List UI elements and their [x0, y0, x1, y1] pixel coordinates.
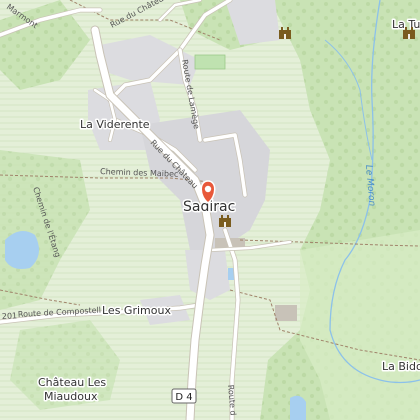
- map-canvas[interactable]: Rue du Châtea Route de Lamège Rue du Châ…: [0, 0, 420, 420]
- svg-text:D 4: D 4: [175, 392, 192, 403]
- map-layer: Rue du Châtea Route de Lamège Rue du Châ…: [0, 0, 420, 420]
- pool: [228, 268, 234, 280]
- place-label-chateau-line2: Miaudoux: [44, 390, 98, 403]
- park-area: [194, 54, 226, 70]
- road-label-route-number: 201: [2, 311, 18, 321]
- building: [275, 305, 297, 321]
- place-label-la-viderente: La Viderente: [80, 118, 150, 131]
- pond: [290, 395, 306, 420]
- pond: [5, 231, 39, 269]
- place-label-les-grimoux: Les Grimoux: [102, 304, 171, 317]
- place-label-chateau-line1: Château Les: [38, 376, 106, 389]
- road-shield-d4: D 4: [171, 388, 197, 404]
- place-label-la-bidon: La Bidon: [382, 360, 420, 373]
